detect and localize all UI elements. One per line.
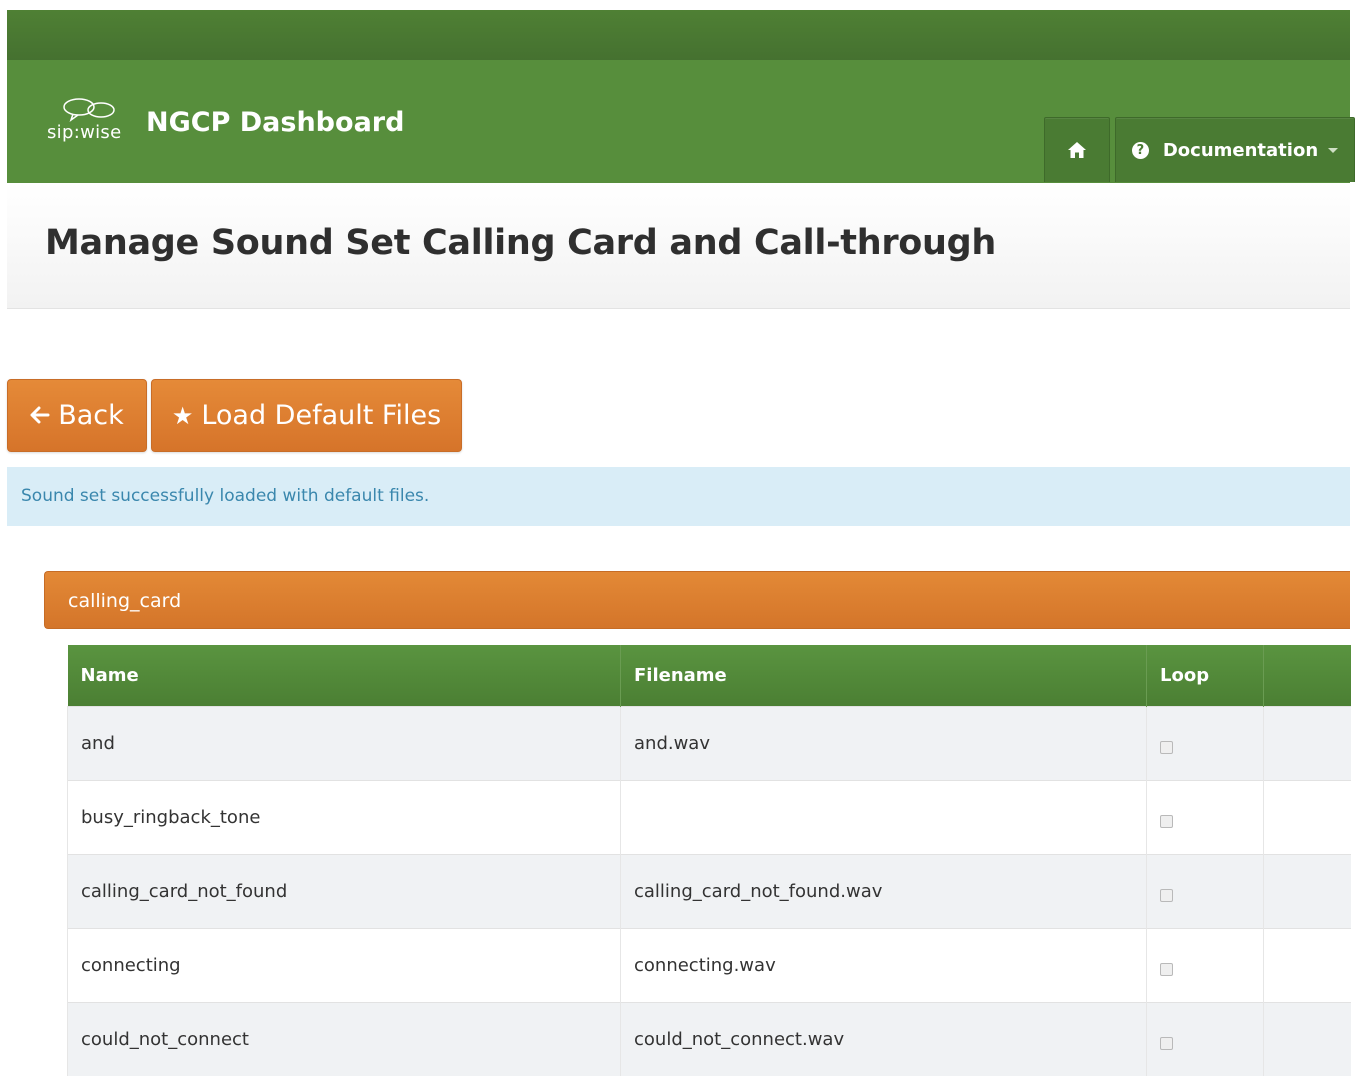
cell-actions — [1263, 780, 1351, 855]
cell-filename — [620, 780, 1147, 855]
table-row[interactable]: busy_ringback_tone — [67, 780, 1351, 855]
column-header-filename[interactable]: Filename — [620, 645, 1147, 707]
load-default-label: Load Default Files — [201, 400, 442, 431]
cell-name: connecting — [67, 928, 621, 1003]
column-header-name[interactable]: Name — [67, 645, 621, 707]
star-icon: ★ — [171, 401, 194, 430]
caret-down-icon — [1328, 147, 1339, 153]
panel-title: calling_card — [68, 590, 182, 612]
cell-name: calling_card_not_found — [67, 854, 621, 929]
cell-name: could_not_connect — [67, 1002, 621, 1076]
cell-filename: and.wav — [620, 706, 1147, 781]
cell-name: and — [67, 706, 621, 781]
documentation-label: Documentation — [1162, 139, 1319, 161]
loop-checkbox[interactable] — [1160, 962, 1173, 976]
success-alert: Sound set successfully loaded with defau… — [7, 467, 1350, 526]
cell-loop — [1146, 928, 1264, 1003]
cell-loop — [1146, 706, 1264, 781]
table-row[interactable]: connecting connecting.wav — [67, 928, 1351, 1003]
cell-loop — [1146, 780, 1264, 855]
sounds-table: Name Filename Loop and and.wav busy_ring… — [67, 645, 1351, 1076]
table-header-row: Name Filename Loop — [67, 645, 1351, 707]
loop-checkbox[interactable] — [1160, 740, 1173, 754]
cell-loop — [1146, 854, 1264, 929]
cell-loop — [1146, 1002, 1264, 1076]
question-circle-icon: ? — [1131, 141, 1149, 159]
table-row[interactable]: could_not_connect could_not_connect.wav — [67, 1002, 1351, 1076]
column-header-loop[interactable]: Loop — [1146, 645, 1264, 707]
cell-filename: could_not_connect.wav — [620, 1002, 1147, 1076]
brand-title: NGCP Dashboard — [146, 107, 405, 138]
arrow-left-icon — [30, 402, 50, 430]
column-header-actions — [1263, 645, 1351, 707]
sipwise-logo: sip:wise — [47, 97, 142, 143]
cell-actions — [1263, 928, 1351, 1003]
table-row[interactable]: and and.wav — [67, 706, 1351, 781]
cell-filename: calling_card_not_found.wav — [620, 854, 1147, 929]
logo-text: sip:wise — [47, 122, 122, 143]
loop-checkbox[interactable] — [1160, 814, 1173, 828]
speech-bubbles-icon — [63, 98, 115, 122]
brand-bar: sip:wise NGCP Dashboard ? Documentation — [7, 60, 1355, 183]
back-button[interactable]: Back — [7, 379, 147, 452]
home-icon — [1068, 142, 1086, 158]
panel-header-calling-card[interactable]: calling_card — [44, 571, 1350, 629]
alert-message: Sound set successfully loaded with defau… — [21, 486, 430, 506]
loop-checkbox[interactable] — [1160, 1036, 1173, 1050]
home-button[interactable] — [1044, 117, 1110, 182]
loop-checkbox[interactable] — [1160, 888, 1173, 902]
back-label: Back — [58, 400, 124, 431]
table-row[interactable]: calling_card_not_found calling_card_not_… — [67, 854, 1351, 929]
top-bar — [7, 10, 1350, 61]
brand[interactable]: sip:wise NGCP Dashboard — [47, 97, 404, 143]
load-default-files-button[interactable]: ★ Load Default Files — [151, 379, 462, 452]
documentation-menu[interactable]: ? Documentation — [1115, 117, 1355, 182]
page-title: Manage Sound Set Calling Card and Call-t… — [45, 223, 997, 263]
cell-actions — [1263, 854, 1351, 929]
cell-filename: connecting.wav — [620, 928, 1147, 1003]
cell-name: busy_ringback_tone — [67, 780, 621, 855]
page-header: Manage Sound Set Calling Card and Call-t… — [7, 183, 1350, 309]
cell-actions — [1263, 706, 1351, 781]
cell-actions — [1263, 1002, 1351, 1076]
